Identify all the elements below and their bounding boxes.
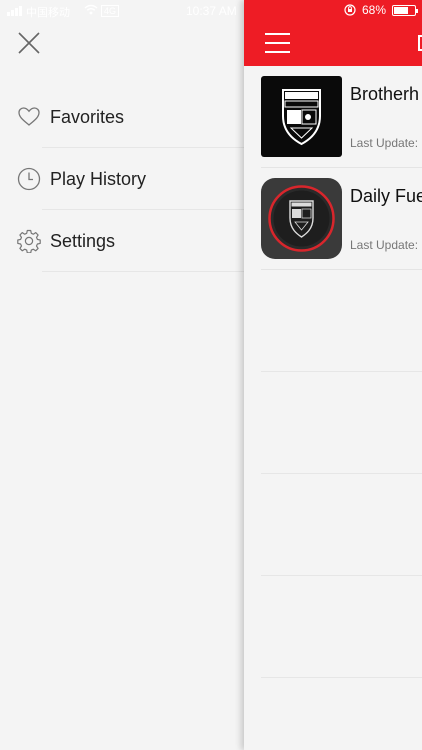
podcast-artwork	[261, 76, 342, 157]
wifi-icon	[84, 4, 98, 18]
crest-logo-icon	[282, 89, 321, 146]
podcast-artwork	[261, 178, 342, 259]
network-type: 4G	[101, 5, 120, 17]
empty-row	[244, 270, 422, 372]
menu-item-favorites[interactable]: Favorites	[0, 86, 244, 148]
hamburger-line	[265, 33, 290, 35]
rotation-lock-icon	[344, 4, 356, 16]
carrier-name: 中国移动	[26, 7, 70, 19]
menu-label-favorites: Favorites	[50, 106, 125, 127]
hamburger-line	[265, 42, 290, 44]
podcast-list: Brotherh Last Update: Daily Fue Last Upd…	[244, 66, 422, 750]
menu-button[interactable]	[265, 33, 290, 53]
close-button[interactable]	[16, 30, 42, 56]
podcast-title: Daily Fue	[350, 186, 422, 206]
main-panel: 68% Brotherh Last Update: Daily Fue Last…	[244, 0, 422, 750]
empty-row	[244, 678, 422, 750]
clock-icon	[17, 167, 41, 191]
gear-icon	[17, 229, 41, 254]
signal-icon	[7, 6, 22, 16]
menu-label-settings: Settings	[50, 230, 116, 251]
battery-icon	[392, 4, 418, 16]
podcast-title: Brotherh	[350, 84, 420, 104]
status-bar-right: 68%	[344, 3, 418, 17]
crest-logo-icon	[268, 185, 335, 252]
empty-row	[244, 474, 422, 576]
top-app-bar: 68%	[244, 0, 422, 66]
battery-level	[394, 6, 408, 14]
close-icon	[18, 32, 40, 54]
status-bar-left: 中国移动 4G 10:37 AM	[0, 0, 244, 22]
hamburger-line	[265, 51, 290, 53]
list-item[interactable]: Brotherh Last Update:	[244, 66, 422, 168]
menu-item-settings[interactable]: Settings	[0, 210, 244, 272]
status-time: 10:37 AM	[186, 4, 237, 18]
empty-row	[244, 372, 422, 474]
battery-percent: 68%	[361, 3, 386, 17]
toolbar-action-icon[interactable]	[418, 35, 422, 51]
list-item[interactable]: Daily Fue Last Update:	[244, 168, 422, 270]
side-drawer: 中国移动 4G 10:37 AM Favorites Play History	[0, 0, 244, 750]
empty-row	[244, 576, 422, 678]
drawer-menu: Favorites Play History Settings	[0, 86, 244, 272]
last-update-label: Last Update:	[350, 238, 419, 252]
last-update-label: Last Update:	[350, 136, 419, 150]
menu-item-play-history[interactable]: Play History	[0, 148, 244, 210]
menu-label-play-history: Play History	[50, 168, 147, 189]
heart-icon	[17, 105, 41, 129]
